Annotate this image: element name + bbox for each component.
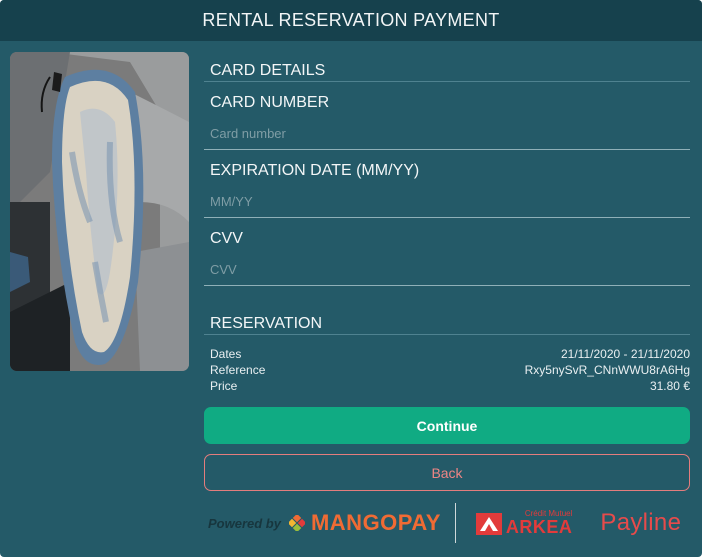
payment-providers-footer: Powered by MANGOPAY Crédit Mutuel ARKEA …	[204, 500, 690, 546]
reservation-summary: Dates 21/11/2020 - 21/11/2020 Reference …	[204, 346, 690, 394]
reference-value: Rxy5nySvR_CNnWWU8rA6Hg	[524, 363, 690, 377]
payline-logo: Payline	[600, 509, 682, 536]
expiration-label: EXPIRATION DATE (MM/YY)	[210, 162, 420, 179]
footer-divider	[454, 503, 456, 543]
arkea-logo: Crédit Mutuel ARKEA	[475, 509, 573, 537]
reservation-title: RESERVATION	[204, 305, 690, 335]
cvv-label: CVV	[210, 230, 243, 247]
price-label: Price	[210, 379, 238, 393]
arkea-big-text: ARKEA	[505, 516, 573, 537]
reservation-row-reference: Reference Rxy5nySvR_CNnWWU8rA6Hg	[210, 362, 690, 378]
price-value: 31.80 €	[649, 379, 690, 393]
mangopay-diamond-icon	[288, 515, 305, 531]
reference-label: Reference	[210, 363, 266, 377]
reservation-row-dates: Dates 21/11/2020 - 21/11/2020	[210, 346, 690, 362]
modal-title: RENTAL RESERVATION PAYMENT	[202, 10, 500, 30]
mangopay-logo: Powered by MANGOPAY	[208, 510, 441, 536]
card-number-label: CARD NUMBER	[210, 94, 330, 111]
dates-value: 21/11/2020 - 21/11/2020	[561, 347, 690, 361]
cvv-input[interactable]	[204, 250, 690, 286]
surfboard-photo	[10, 52, 189, 371]
payment-form: CARD DETAILS CARD NUMBER EXPIRATION DATE…	[204, 52, 690, 491]
back-button[interactable]: Back	[204, 454, 690, 491]
arkea-text: Crédit Mutuel ARKEA	[505, 509, 573, 537]
reservation-row-price: Price 31.80 €	[210, 378, 690, 394]
card-number-input[interactable]	[204, 114, 690, 150]
dates-label: Dates	[210, 347, 242, 361]
mangopay-text: MANGOPAY	[310, 510, 441, 535]
payment-modal: RENTAL RESERVATION PAYMENT CARD DETAILS …	[0, 0, 702, 557]
product-photo	[10, 52, 189, 371]
powered-by-text: Powered by	[208, 515, 281, 531]
expiration-input[interactable]	[204, 182, 690, 218]
continue-button[interactable]: Continue	[204, 407, 690, 444]
card-details-title: CARD DETAILS	[204, 52, 690, 82]
modal-header: RENTAL RESERVATION PAYMENT	[0, 0, 702, 41]
arkea-arrow-icon	[475, 513, 502, 535]
